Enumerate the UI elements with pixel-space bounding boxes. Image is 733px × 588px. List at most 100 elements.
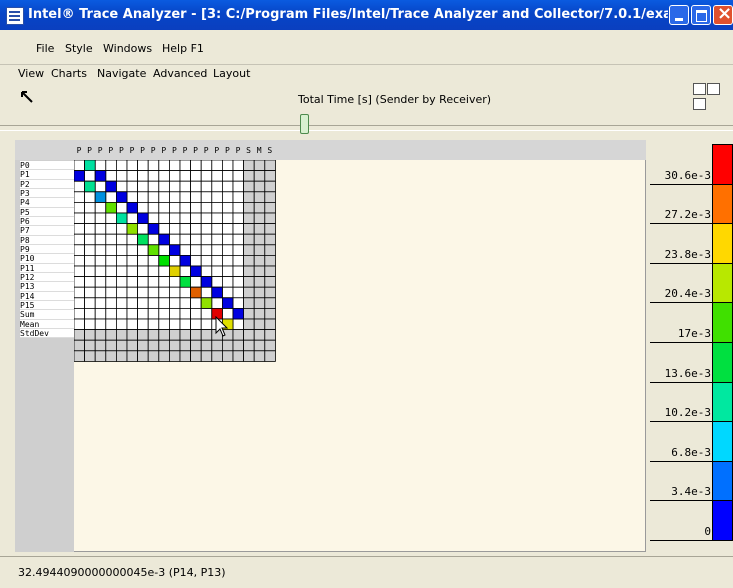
matrix-cell[interactable] [84, 191, 96, 203]
matrix-cell[interactable] [253, 223, 266, 235]
matrix-cell[interactable] [158, 223, 170, 235]
matrix-cell[interactable] [179, 350, 192, 362]
matrix-cell[interactable] [74, 350, 86, 362]
matrix-cell[interactable] [221, 223, 234, 235]
matrix-cell[interactable] [232, 212, 245, 225]
matrix-cell[interactable] [126, 276, 139, 288]
matrix-cell[interactable] [147, 255, 160, 267]
matrix-cell[interactable] [84, 170, 96, 182]
matrix-cell[interactable] [169, 180, 181, 193]
matrix-cell[interactable] [158, 170, 170, 182]
matrix-cell[interactable] [158, 265, 170, 278]
menu-help[interactable]: Help F1 [162, 42, 204, 55]
matrix-cell[interactable] [84, 212, 96, 225]
matrix-value-cell[interactable] [137, 212, 149, 225]
matrix-cell[interactable] [200, 350, 213, 362]
matrix-cell[interactable] [221, 265, 234, 278]
matrix-cell[interactable] [243, 202, 255, 214]
matrix-cell[interactable] [105, 329, 117, 341]
matrix-cell[interactable] [105, 339, 117, 352]
matrix-cell[interactable] [179, 233, 192, 246]
matrix-cell[interactable] [84, 297, 96, 309]
matrix-cell[interactable] [116, 160, 128, 172]
matrix-cell[interactable] [137, 339, 149, 352]
matrix-cell[interactable] [179, 286, 192, 299]
matrix-cell[interactable] [126, 339, 139, 352]
matrix-cell[interactable] [137, 265, 149, 278]
matrix-cell[interactable] [211, 339, 223, 352]
matrix-cell[interactable] [179, 318, 192, 331]
matrix-cell[interactable] [169, 170, 181, 182]
matrix-cell[interactable] [169, 276, 181, 288]
matrix-cell[interactable] [147, 318, 160, 331]
matrix-cell[interactable] [211, 170, 223, 182]
minimize-button[interactable] [669, 5, 689, 25]
message-matrix[interactable] [74, 160, 276, 362]
matrix-cell[interactable] [243, 212, 255, 225]
matrix-cell[interactable] [116, 265, 128, 278]
matrix-cell[interactable] [211, 202, 223, 214]
matrix-value-cell[interactable] [179, 276, 192, 288]
matrix-cell[interactable] [221, 350, 234, 362]
matrix-cell[interactable] [243, 307, 255, 320]
matrix-cell[interactable] [74, 212, 86, 225]
matrix-cell[interactable] [105, 307, 117, 320]
matrix-cell[interactable] [264, 318, 276, 331]
matrix-cell[interactable] [179, 339, 192, 352]
matrix-cell[interactable] [200, 212, 213, 225]
matrix-cell[interactable] [74, 307, 86, 320]
matrix-cell[interactable] [169, 223, 181, 235]
matrix-cell[interactable] [190, 244, 202, 256]
matrix-cell[interactable] [190, 255, 202, 267]
matrix-cell[interactable] [221, 233, 234, 246]
matrix-cell[interactable] [221, 244, 234, 256]
matrix-cell[interactable] [221, 160, 234, 172]
matrix-cell[interactable] [84, 233, 96, 246]
matrix-value-cell[interactable] [105, 202, 117, 214]
matrix-cell[interactable] [74, 286, 86, 299]
matrix-cell[interactable] [169, 202, 181, 214]
matrix-cell[interactable] [264, 202, 276, 214]
matrix-cell[interactable] [105, 244, 117, 256]
matrix-cell[interactable] [94, 350, 107, 362]
matrix-cell[interactable] [105, 160, 117, 172]
matrix-cell[interactable] [147, 286, 160, 299]
matrix-cell[interactable] [264, 170, 276, 182]
matrix-cell[interactable] [94, 339, 107, 352]
matrix-cell[interactable] [243, 170, 255, 182]
matrix-cell[interactable] [253, 180, 266, 193]
matrix-cell[interactable] [211, 191, 223, 203]
select-arrow-icon[interactable] [20, 90, 34, 104]
matrix-cell[interactable] [190, 297, 202, 309]
matrix-cell[interactable] [116, 255, 128, 267]
matrix-cell[interactable] [253, 265, 266, 278]
matrix-cell[interactable] [126, 265, 139, 278]
matrix-cell[interactable] [137, 160, 149, 172]
maximize-button[interactable] [691, 5, 711, 25]
matrix-cell[interactable] [264, 329, 276, 341]
close-button[interactable] [713, 3, 733, 25]
matrix-cell[interactable] [190, 170, 202, 182]
matrix-cell[interactable] [94, 212, 107, 225]
matrix-cell[interactable] [105, 318, 117, 331]
matrix-cell[interactable] [105, 170, 117, 182]
matrix-cell[interactable] [116, 286, 128, 299]
matrix-cell[interactable] [232, 180, 245, 193]
matrix-cell[interactable] [232, 265, 245, 278]
matrix-cell[interactable] [74, 255, 86, 267]
matrix-cell[interactable] [116, 180, 128, 193]
menu-windows[interactable]: Windows [103, 42, 152, 55]
matrix-cell[interactable] [169, 339, 181, 352]
matrix-cell[interactable] [116, 329, 128, 341]
matrix-cell[interactable] [158, 329, 170, 341]
matrix-cell[interactable] [200, 307, 213, 320]
matrix-cell[interactable] [169, 307, 181, 320]
matrix-cell[interactable] [169, 212, 181, 225]
matrix-cell[interactable] [211, 212, 223, 225]
matrix-cell[interactable] [211, 180, 223, 193]
matrix-value-cell[interactable] [116, 212, 128, 225]
matrix-cell[interactable] [147, 350, 160, 362]
matrix-cell[interactable] [84, 329, 96, 341]
matrix-value-cell[interactable] [158, 233, 170, 246]
matrix-value-cell[interactable] [190, 286, 202, 299]
